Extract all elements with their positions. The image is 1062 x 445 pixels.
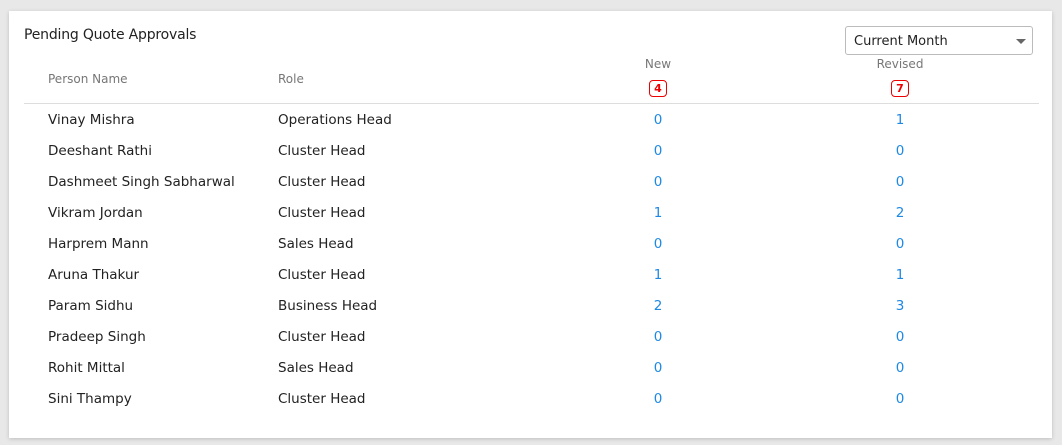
new-count-link[interactable]: 0	[638, 236, 678, 252]
revised-count-link[interactable]: 0	[880, 236, 920, 252]
role: Sales Head	[278, 360, 354, 376]
table-row: Pradeep Singh Cluster Head 0 0	[9, 329, 1052, 360]
header-divider	[24, 103, 1039, 104]
new-count-link[interactable]: 0	[638, 329, 678, 345]
revised-count-link[interactable]: 2	[880, 205, 920, 221]
revised-count-link[interactable]: 0	[880, 143, 920, 159]
column-header-revised: Revised	[876, 57, 924, 71]
pending-quote-approvals-card: Pending Quote Approvals Current Month Pe…	[9, 11, 1052, 438]
person-name: Sini Thampy	[48, 391, 132, 407]
new-count-link[interactable]: 0	[638, 174, 678, 190]
new-count-link[interactable]: 0	[638, 143, 678, 159]
revised-count-link[interactable]: 1	[880, 267, 920, 283]
role: Business Head	[278, 298, 378, 314]
role: Cluster Head	[278, 329, 366, 345]
new-count-link[interactable]: 1	[638, 267, 678, 283]
role: Sales Head	[278, 236, 354, 252]
column-header-new: New	[644, 57, 672, 71]
person-name: Vinay Mishra	[48, 112, 135, 128]
column-header-person-name: Person Name	[48, 72, 128, 86]
person-name: Vikram Jordan	[48, 205, 143, 221]
new-count-link[interactable]: 2	[638, 298, 678, 314]
table-row: Rohit Mittal Sales Head 0 0	[9, 360, 1052, 391]
revised-count-link[interactable]: 1	[880, 112, 920, 128]
table-row: Sini Thampy Cluster Head 0 0	[9, 391, 1052, 422]
period-select[interactable]: Current Month	[845, 26, 1033, 55]
new-count-link[interactable]: 0	[638, 112, 678, 128]
table-row: Aruna Thakur Cluster Head 1 1	[9, 267, 1052, 298]
table-row: Vinay Mishra Operations Head 0 1	[9, 112, 1052, 143]
person-name: Dashmeet Singh Sabharwal	[48, 174, 235, 190]
revised-count-link[interactable]: 0	[880, 174, 920, 190]
period-select-value: Current Month	[854, 34, 948, 49]
role: Cluster Head	[278, 205, 366, 221]
card-title: Pending Quote Approvals	[24, 27, 197, 43]
revised-count-link[interactable]: 0	[880, 329, 920, 345]
revised-count-link[interactable]: 3	[880, 298, 920, 314]
person-name: Pradeep Singh	[48, 329, 146, 345]
new-count-link[interactable]: 0	[638, 360, 678, 376]
table-row: Vikram Jordan Cluster Head 1 2	[9, 205, 1052, 236]
role: Cluster Head	[278, 391, 366, 407]
person-name: Aruna Thakur	[48, 267, 140, 283]
table-row: Dashmeet Singh Sabharwal Cluster Head 0 0	[9, 174, 1052, 205]
revised-count-link[interactable]: 0	[880, 391, 920, 407]
role: Cluster Head	[278, 174, 366, 190]
person-name: Harprem Mann	[48, 236, 149, 252]
new-total-badge: 4	[649, 80, 667, 97]
table-row: Param Sidhu Business Head 2 3	[9, 298, 1052, 329]
person-name: Param Sidhu	[48, 298, 134, 314]
table-row: Deeshant Rathi Cluster Head 0 0	[9, 143, 1052, 174]
column-header-role: Role	[278, 72, 304, 86]
table-row: Harprem Mann Sales Head 0 0	[9, 236, 1052, 267]
new-count-link[interactable]: 1	[638, 205, 678, 221]
revised-total-badge: 7	[891, 80, 909, 97]
person-name: Deeshant Rathi	[48, 143, 152, 159]
caret-down-icon	[1016, 39, 1026, 44]
new-count-link[interactable]: 0	[638, 391, 678, 407]
role: Cluster Head	[278, 143, 366, 159]
role: Operations Head	[278, 112, 392, 128]
revised-count-link[interactable]: 0	[880, 360, 920, 376]
role: Cluster Head	[278, 267, 366, 283]
person-name: Rohit Mittal	[48, 360, 125, 376]
